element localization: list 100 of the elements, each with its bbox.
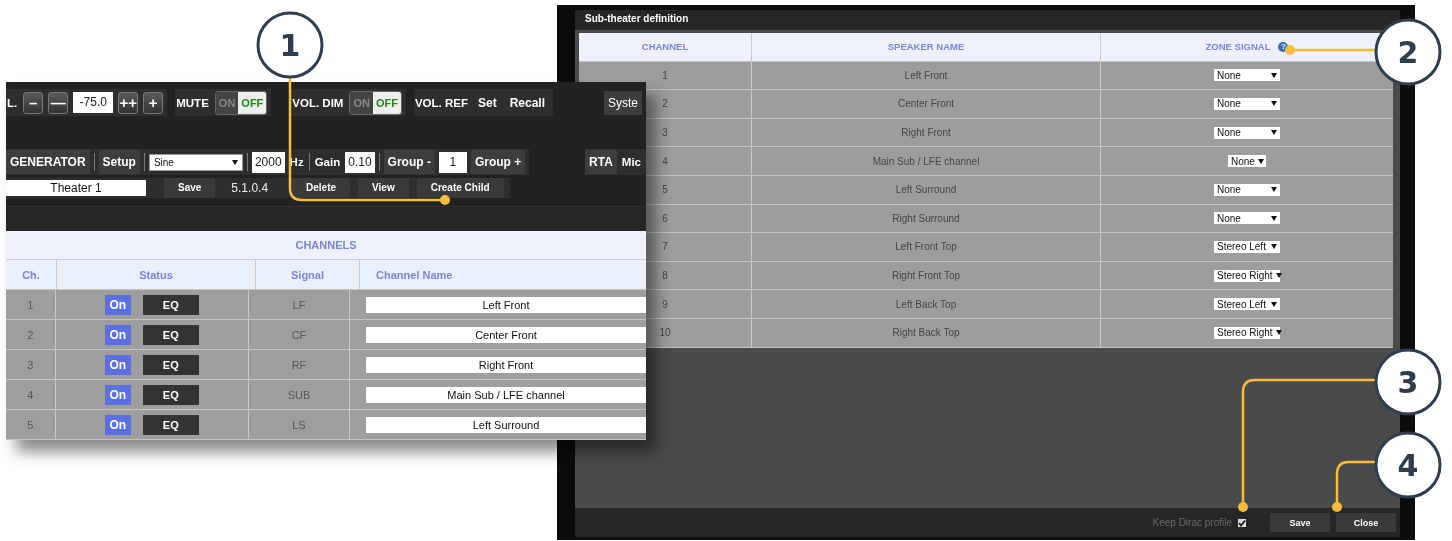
table-title: CHANNELS xyxy=(6,231,646,260)
channel-name-field[interactable]: Center Front xyxy=(366,326,646,343)
zone-dropdown[interactable]: None xyxy=(1228,155,1266,168)
caret-icon xyxy=(1257,158,1264,164)
value-field[interactable]: 2000 xyxy=(251,151,285,173)
eq-button[interactable]: EQ xyxy=(142,294,199,315)
channel-name-field[interactable]: Main Sub / LFE channel xyxy=(366,386,646,403)
dialog-title: Sub-theater definition xyxy=(584,12,690,26)
toolbar-button[interactable]: Set xyxy=(474,90,501,115)
caret-icon xyxy=(1271,72,1277,78)
toolbar-button[interactable]: Setup xyxy=(98,150,140,174)
table-cell: LF xyxy=(248,290,350,319)
column-header: Status xyxy=(57,260,256,289)
caret-icon xyxy=(1271,301,1277,307)
zone-dropdown[interactable]: None xyxy=(1214,69,1280,82)
table-cell: Left Front xyxy=(752,61,1101,90)
caret-icon xyxy=(1275,330,1282,336)
eq-button[interactable]: EQ xyxy=(142,414,199,435)
table-cell: Right Surround xyxy=(752,204,1101,233)
table-cell: 1 xyxy=(579,61,752,90)
volume-button[interactable]: — xyxy=(48,91,69,114)
eq-button[interactable]: EQ xyxy=(142,384,199,405)
value-field[interactable]: 1 xyxy=(438,151,467,173)
toolbar-button[interactable]: GENERATOR xyxy=(6,150,90,174)
zone-dropdown[interactable]: None xyxy=(1214,183,1280,196)
toolbar-button[interactable]: Delete xyxy=(292,177,351,198)
dialog-button[interactable]: Close xyxy=(1336,513,1396,532)
zone-dropdown[interactable]: Stereo Right xyxy=(1214,269,1280,282)
volume-button[interactable]: + xyxy=(143,91,164,114)
signal-dropdown[interactable]: Sine xyxy=(148,153,243,171)
volume-button[interactable]: ++ xyxy=(118,91,139,114)
toolbar-label: Gain xyxy=(313,156,342,168)
table-cell: 2 xyxy=(6,320,56,349)
table-cell: RF xyxy=(248,350,350,379)
column-header: Channel Name xyxy=(375,267,454,283)
column-header: CHANNEL xyxy=(579,33,752,61)
zone-dropdown[interactable]: Stereo Right xyxy=(1214,326,1280,339)
toolbar-label: MUTE xyxy=(175,96,210,109)
toolbar-button[interactable]: Syste xyxy=(604,90,642,115)
column-header: Ch. xyxy=(6,260,57,289)
caret-icon xyxy=(1271,130,1277,136)
value-field[interactable]: 0.10 xyxy=(345,151,375,173)
table-cell: Right Front Top xyxy=(752,261,1101,290)
on-off-toggle[interactable]: ON OFF xyxy=(349,90,402,115)
toolbar-button[interactable]: Recall xyxy=(505,90,550,115)
table-cell: Right Back Top xyxy=(752,318,1101,347)
toolbar-label: VOL. DIM xyxy=(291,96,345,109)
zone-dropdown[interactable]: None xyxy=(1214,126,1280,139)
table-cell: SUB xyxy=(248,380,350,409)
zone-dropdown[interactable]: Stereo Left xyxy=(1214,298,1280,311)
caret-icon xyxy=(1275,273,1282,279)
zone-dropdown[interactable]: None xyxy=(1214,98,1280,110)
toolbar-label: L. xyxy=(6,96,19,109)
toolbar-button[interactable]: Group + xyxy=(470,150,526,174)
callout-badge: 2 xyxy=(1374,18,1442,86)
table-cell: 5 xyxy=(6,410,56,439)
name-field[interactable]: Theater 1 xyxy=(6,179,146,196)
volume-button[interactable]: – xyxy=(23,91,44,114)
table-cell: 3 xyxy=(6,350,56,379)
channel-name-field[interactable]: Left Surround xyxy=(366,416,646,433)
version-label: 5.1.0.4 xyxy=(230,180,270,195)
status-button[interactable]: On xyxy=(104,354,131,375)
on-off-toggle[interactable]: ON OFF xyxy=(214,90,268,115)
table-cell: 1 xyxy=(6,290,56,319)
toolbar-button[interactable]: View xyxy=(358,177,409,198)
table-cell: Main Sub / LFE channel xyxy=(752,147,1101,175)
eq-button[interactable]: EQ xyxy=(142,354,199,375)
channel-name-field[interactable]: Right Front xyxy=(366,356,646,373)
callout-badge: 4 xyxy=(1374,431,1442,499)
caret-icon xyxy=(1271,187,1277,193)
checkbox-label: Keep Dirac profile xyxy=(1152,517,1232,528)
dialog-button[interactable]: Save xyxy=(1270,513,1330,532)
caret-icon xyxy=(1271,244,1277,250)
status-button[interactable]: On xyxy=(104,414,131,435)
zone-dropdown[interactable]: None xyxy=(1214,212,1280,225)
table-cell: Left Front Top xyxy=(752,233,1101,261)
toolbar-button[interactable]: Save xyxy=(164,177,216,198)
eq-button[interactable]: EQ xyxy=(142,324,199,345)
checkbox[interactable] xyxy=(1238,518,1246,527)
callout-badge: 3 xyxy=(1374,348,1442,416)
status-button[interactable]: On xyxy=(104,294,131,315)
column-header: Signal xyxy=(256,260,360,289)
caret-icon xyxy=(1271,215,1277,221)
status-button[interactable]: On xyxy=(104,384,131,405)
toolbar-label: Mic xyxy=(620,156,642,168)
table-cell: Right Front xyxy=(752,118,1101,147)
table-cell: Left Surround xyxy=(752,175,1101,204)
channel-name-field[interactable]: Left Front xyxy=(366,296,646,313)
status-button[interactable]: On xyxy=(104,324,131,345)
value-field[interactable]: -75.0 xyxy=(73,92,114,114)
table-cell: LS xyxy=(248,410,350,439)
toolbar-button[interactable]: RTA xyxy=(585,150,617,174)
callout-badge: 1 xyxy=(256,11,324,79)
zone-dropdown[interactable]: Stereo Left xyxy=(1214,240,1280,253)
toolbar-button[interactable]: Create Child xyxy=(416,177,504,198)
toolbar-button[interactable]: Group - xyxy=(383,150,435,174)
caret-icon xyxy=(231,159,238,165)
column-header: ZONE SIGNAL xyxy=(1205,41,1271,53)
table-cell: Left Back Top xyxy=(752,290,1101,318)
column-header: SPEAKER NAME xyxy=(752,33,1101,61)
